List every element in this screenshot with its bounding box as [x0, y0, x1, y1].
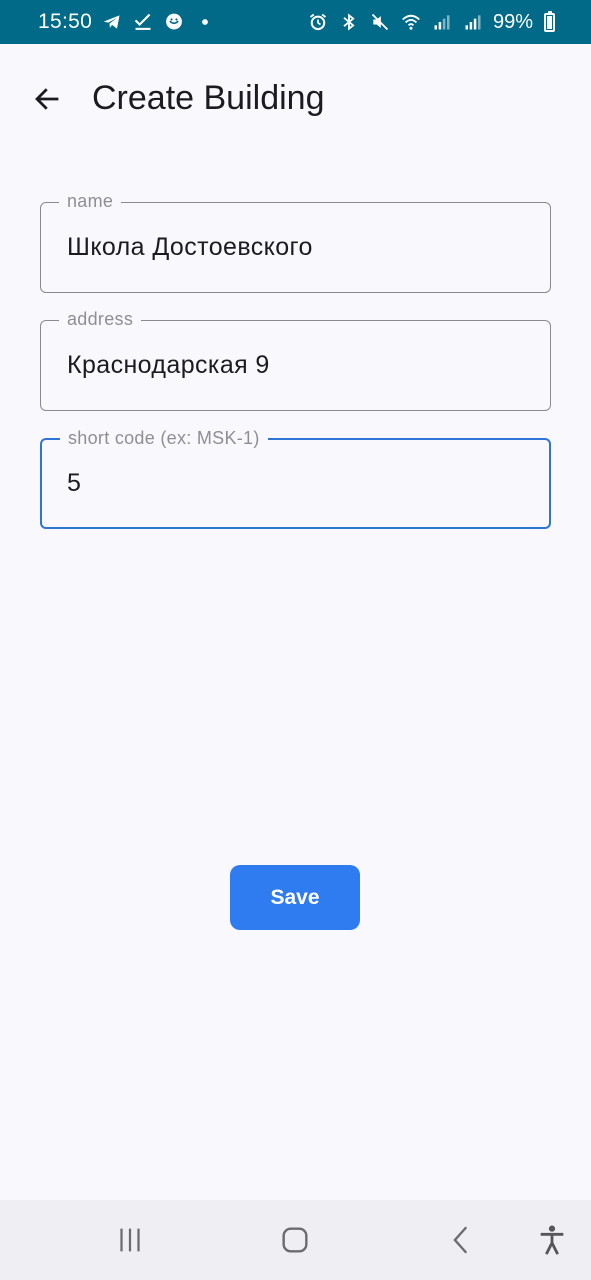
- back-nav-button[interactable]: [442, 1220, 482, 1260]
- alarm-icon: [307, 11, 329, 33]
- address-field-label: address: [59, 309, 142, 329]
- dot-icon: [194, 11, 216, 33]
- battery-icon: [544, 10, 555, 32]
- recent-apps-button[interactable]: [110, 1220, 150, 1260]
- status-time: 15:50: [38, 10, 93, 33]
- address-field[interactable]: address: [40, 309, 551, 411]
- address-input[interactable]: [67, 351, 530, 380]
- name-field-label: name: [59, 191, 122, 211]
- back-button[interactable]: [24, 76, 70, 122]
- name-input[interactable]: [67, 233, 530, 262]
- status-bar-left: 15:50: [38, 10, 216, 34]
- status-bar-right: 99%: [307, 10, 555, 34]
- accessibility-icon: [540, 1225, 564, 1255]
- system-nav-bar: [0, 1200, 591, 1280]
- save-button[interactable]: Save: [230, 865, 360, 930]
- chat-bubble-icon: [163, 11, 185, 33]
- app-bar: Create Building: [0, 44, 591, 154]
- home-button[interactable]: [275, 1220, 315, 1260]
- back-nav-icon: [453, 1226, 468, 1254]
- short-code-field[interactable]: short code (ex: MSK-1): [40, 428, 551, 529]
- check-icon: [132, 11, 154, 33]
- page-title: Create Building: [92, 79, 325, 117]
- home-icon: [282, 1227, 308, 1253]
- name-field[interactable]: name: [40, 191, 551, 293]
- arrow-left-icon: [35, 88, 59, 110]
- battery-percent: 99%: [492, 10, 533, 33]
- wifi-icon: [400, 11, 422, 33]
- signal-icon-2: [462, 11, 484, 33]
- short-code-field-label: short code (ex: MSK-1): [60, 428, 268, 448]
- mute-icon: [369, 11, 391, 33]
- recent-apps-icon: [120, 1228, 140, 1252]
- signal-icon: [431, 11, 453, 33]
- accessibility-button[interactable]: [532, 1220, 572, 1260]
- short-code-input[interactable]: [67, 469, 529, 498]
- status-bar: 15:50 99%: [0, 0, 591, 44]
- bluetooth-icon: [338, 11, 360, 33]
- telegram-icon: [101, 11, 123, 33]
